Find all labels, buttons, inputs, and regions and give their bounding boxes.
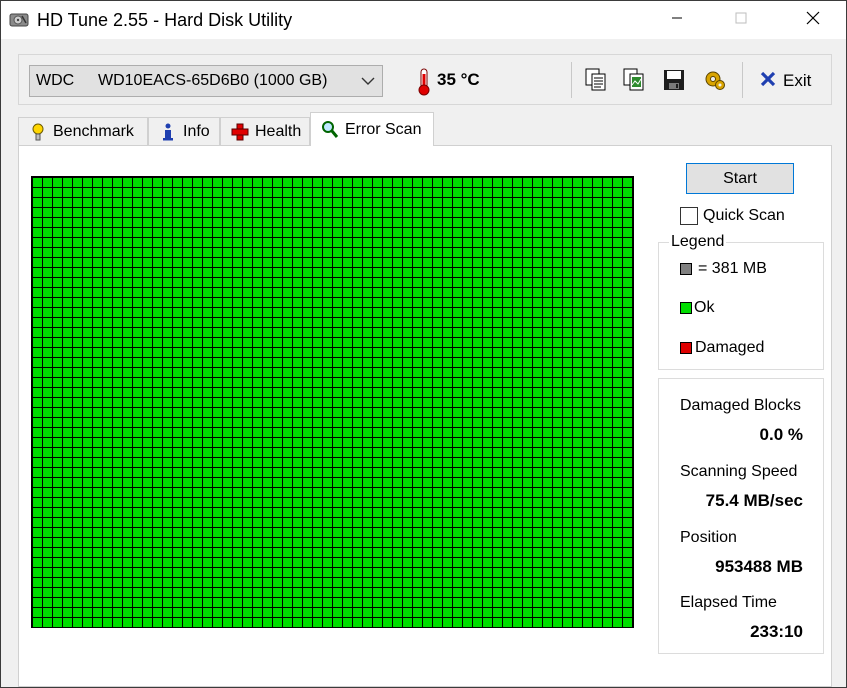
exit-label: Exit — [783, 71, 812, 90]
title-bar[interactable]: HD Tune 2.55 - Hard Disk Utility — [1, 1, 846, 39]
damaged-blocks-value: 0.0 % — [759, 425, 803, 444]
tab-info[interactable]: Info — [148, 117, 220, 145]
minimize-button[interactable] — [654, 1, 700, 39]
temperature-readout: 35 °C — [437, 70, 480, 89]
window-title: HD Tune 2.55 - Hard Disk Utility — [37, 10, 293, 30]
legend-swatch-ok — [680, 302, 692, 314]
position-value: 953488 MB — [715, 557, 803, 576]
scanning-speed-value: 75.4 MB/sec — [705, 491, 803, 510]
block-map-grid — [31, 176, 634, 628]
damaged-blocks-label: Damaged Blocks — [680, 397, 801, 414]
legend-label-block-size: = 381 MB — [698, 260, 767, 277]
copy-screenshot-icon[interactable] — [622, 67, 646, 93]
tab-label: Health — [255, 122, 302, 140]
legend-swatch-damaged — [680, 342, 692, 354]
elapsed-time-value: 233:10 — [750, 622, 803, 641]
drive-select[interactable]: WDC WD10EACS-65D6B0 (1000 GB) — [29, 65, 383, 97]
info-icon — [159, 122, 177, 142]
tab-label: Error Scan — [345, 120, 422, 138]
health-icon — [231, 122, 249, 142]
chevron-down-icon — [360, 74, 376, 88]
tab-label: Benchmark — [53, 122, 134, 140]
scan-stats-group — [658, 378, 824, 654]
toolbar: WDC WD10EACS-65D6B0 (1000 GB) 35 °C Exit — [18, 54, 832, 105]
legend-label-ok: Ok — [694, 299, 715, 316]
copy-text-icon[interactable] — [584, 67, 608, 93]
legend-title: Legend — [669, 233, 727, 251]
quick-scan-label[interactable]: Quick Scan — [703, 207, 785, 225]
start-button[interactable]: Start — [686, 163, 794, 194]
tab-error-scan[interactable]: Error Scan — [310, 112, 434, 146]
scanning-speed-label: Scanning Speed — [680, 463, 798, 480]
elapsed-time-label: Elapsed Time — [680, 594, 777, 611]
save-icon[interactable] — [662, 67, 686, 93]
toolbar-divider — [742, 62, 743, 98]
exit-button[interactable]: Exit — [759, 68, 811, 94]
tab-benchmark[interactable]: Benchmark — [18, 117, 148, 145]
close-button[interactable] — [790, 1, 836, 39]
toolbar-divider — [571, 62, 572, 98]
quick-scan-checkbox[interactable] — [680, 207, 698, 225]
drive-model: WD10EACS-65D6B0 (1000 GB) — [98, 72, 328, 89]
hard-disk-app-icon — [9, 11, 29, 29]
magnifier-icon — [321, 120, 339, 140]
tab-health[interactable]: Health — [220, 117, 310, 145]
tab-label: Info — [183, 122, 210, 140]
maximize-button[interactable] — [718, 1, 764, 39]
legend-label-damaged: Damaged — [695, 339, 765, 356]
app-window: HD Tune 2.55 - Hard Disk Utility WDC WD1… — [0, 0, 847, 688]
thermometer-icon — [417, 68, 431, 96]
exit-x-icon — [759, 70, 777, 93]
options-icon[interactable] — [703, 67, 727, 93]
minimize-icon — [671, 11, 683, 29]
position-label: Position — [680, 529, 737, 546]
maximize-icon — [735, 11, 747, 29]
benchmark-icon — [29, 122, 47, 142]
legend-swatch-block-size — [680, 263, 692, 275]
drive-vendor: WDC — [36, 72, 75, 89]
close-icon — [806, 11, 820, 30]
